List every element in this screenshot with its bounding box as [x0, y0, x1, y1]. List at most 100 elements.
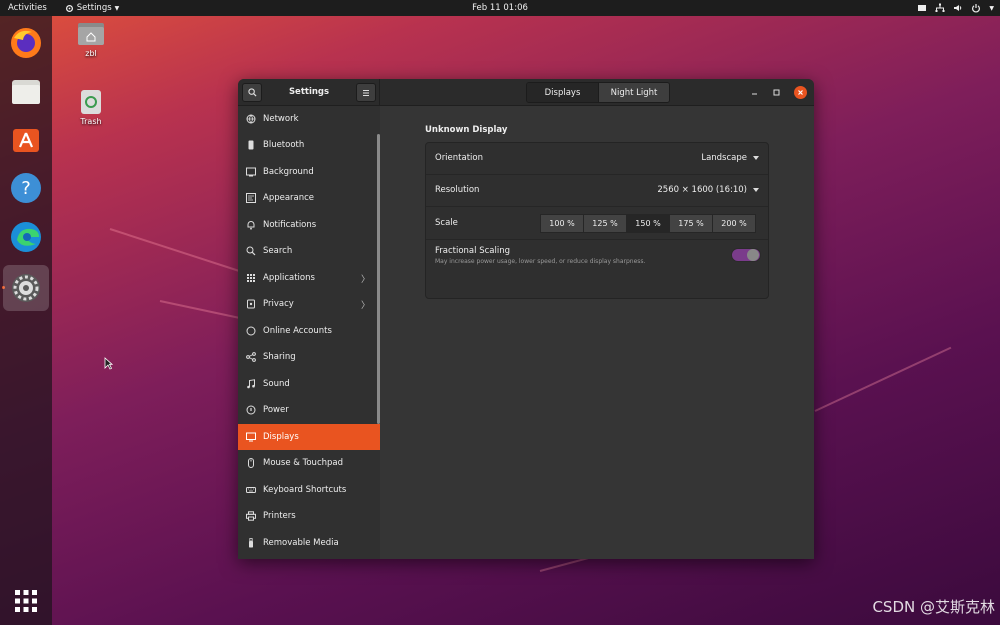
scale-125-button[interactable]: 125 % [583, 214, 627, 233]
sidebar-item-mouse-touchpad[interactable]: Mouse & Touchpad [238, 450, 380, 476]
sidebar-header: Settings [238, 79, 380, 106]
share-icon [246, 352, 256, 362]
display-name-heading: Unknown Display [425, 125, 508, 135]
divider [426, 239, 768, 240]
menu-button[interactable] [356, 83, 376, 102]
sidebar-item-applications[interactable]: Applications 〉 [238, 265, 380, 291]
svg-text:?: ? [21, 178, 31, 199]
music-note-icon [246, 379, 256, 389]
app-menu-button[interactable]: Settings ▼ [65, 3, 120, 13]
files-icon[interactable] [6, 72, 46, 112]
keyboard-icon [246, 485, 256, 495]
sidebar-item-appearance[interactable]: Appearance [238, 185, 380, 211]
wallpaper-line [109, 228, 244, 274]
home-folder-icon [78, 23, 104, 45]
trash-icon [81, 90, 101, 114]
sidebar-item-removable-media[interactable]: Removable Media [238, 530, 380, 556]
sidebar-item-label: Displays [263, 432, 299, 442]
watermark: CSDN @艾斯克林 [872, 598, 995, 616]
power-icon [972, 4, 981, 13]
scale-175-button[interactable]: 175 % [669, 214, 713, 233]
sidebar-item-privacy[interactable]: Privacy 〉 [238, 291, 380, 317]
close-button[interactable] [794, 86, 807, 99]
network-icon [246, 114, 256, 124]
clock[interactable]: Feb 11 01:06 [472, 3, 528, 13]
resolution-label: Resolution [435, 185, 480, 195]
appearance-icon [246, 193, 256, 203]
minimize-button[interactable] [748, 86, 761, 99]
sidebar-item-bluetooth[interactable]: Bluetooth [238, 132, 380, 158]
scale-200-button[interactable]: 200 % [712, 214, 756, 233]
dock: ? [0, 16, 52, 625]
divider [426, 174, 768, 175]
sidebar-item-displays[interactable]: Displays [238, 424, 380, 450]
sidebar-item-power[interactable]: Power [238, 397, 380, 423]
tab-displays[interactable]: Displays [527, 83, 598, 102]
sidebar-item-keyboard-shortcuts[interactable]: Keyboard Shortcuts [238, 477, 380, 503]
power-icon [246, 405, 256, 415]
sidebar-item-label: Appearance [263, 193, 315, 203]
usb-icon [246, 538, 256, 548]
firefox-icon[interactable] [6, 23, 46, 63]
cloud-icon [246, 326, 256, 336]
scale-label: Scale [435, 218, 458, 228]
scale-150-button[interactable]: 150 % [626, 214, 670, 233]
desktop-trash[interactable]: Trash [69, 89, 113, 126]
system-tray[interactable]: ▼ [917, 0, 994, 16]
background-icon [246, 167, 256, 177]
sidebar-item-label: Search [263, 246, 293, 256]
sidebar-item-printers[interactable]: Printers [238, 503, 380, 529]
sidebar-item-search[interactable]: Search [238, 238, 380, 264]
app-menu-label: Settings [76, 3, 112, 13]
activities-button[interactable]: Activities [0, 3, 55, 13]
volume-icon [954, 5, 962, 11]
sidebar-item-sharing[interactable]: Sharing [238, 344, 380, 370]
settings-sidebar: Network Bluetooth Background Appearance … [238, 106, 380, 559]
orientation-dropdown[interactable]: Landscape [701, 153, 759, 163]
resolution-dropdown[interactable]: 2560 × 1600 (16:10) [657, 185, 759, 195]
sidebar-item-label: Sound [263, 379, 290, 389]
fractional-scaling-label: Fractional Scaling [435, 246, 510, 256]
display-icon [246, 432, 256, 442]
sidebar-item-label: Online Accounts [263, 326, 332, 336]
chevron-down-icon: ▼ [114, 4, 120, 12]
sidebar-item-label: Bluetooth [263, 140, 305, 150]
show-applications-icon[interactable] [6, 581, 46, 621]
privacy-icon [246, 299, 256, 309]
desktop-home-folder[interactable]: zbl [69, 21, 113, 58]
sidebar-item-label: Network [263, 114, 299, 124]
sidebar-item-background[interactable]: Background [238, 159, 380, 185]
sidebar-item-label: Keyboard Shortcuts [263, 485, 347, 495]
tab-night-light[interactable]: Night Light [598, 83, 669, 102]
sidebar-item-notifications[interactable]: Notifications [238, 212, 380, 238]
help-icon[interactable]: ? [6, 168, 46, 208]
toggle-knob [747, 249, 759, 261]
sidebar-item-network[interactable]: Network [238, 106, 380, 132]
sidebar-item-label: Printers [263, 511, 296, 521]
sidebar-item-sound[interactable]: Sound [238, 371, 380, 397]
bluetooth-icon [246, 140, 256, 150]
sidebar-item-label: Removable Media [263, 538, 339, 548]
edge-icon[interactable] [6, 217, 46, 257]
ubuntu-software-icon[interactable] [6, 119, 46, 159]
view-switcher: Displays Night Light [526, 82, 670, 103]
search-icon [246, 246, 256, 256]
hamburger-menu-icon [363, 89, 369, 96]
printer-icon [246, 511, 256, 521]
fractional-scaling-toggle[interactable] [731, 248, 761, 262]
desktop-icon-label: zbl [85, 49, 97, 58]
sidebar-item-label: Mouse & Touchpad [263, 458, 344, 468]
sidebar-item-label: Background [263, 167, 314, 177]
settings-icon[interactable] [3, 265, 49, 311]
display-indicator-icon [918, 5, 927, 11]
chevron-right-icon: 〉 [360, 300, 370, 311]
network-icon [935, 3, 945, 12]
maximize-button[interactable] [770, 86, 783, 99]
chevron-down-icon [753, 156, 759, 160]
scale-row: Scale 100 % 125 % 150 % 175 % 200 % [426, 213, 768, 235]
sidebar-item-label: Sharing [263, 352, 296, 362]
sidebar-item-online-accounts[interactable]: Online Accounts [238, 318, 380, 344]
scale-100-button[interactable]: 100 % [540, 214, 584, 233]
sidebar-item-label: Applications [263, 273, 315, 283]
grid-icon [246, 273, 256, 283]
